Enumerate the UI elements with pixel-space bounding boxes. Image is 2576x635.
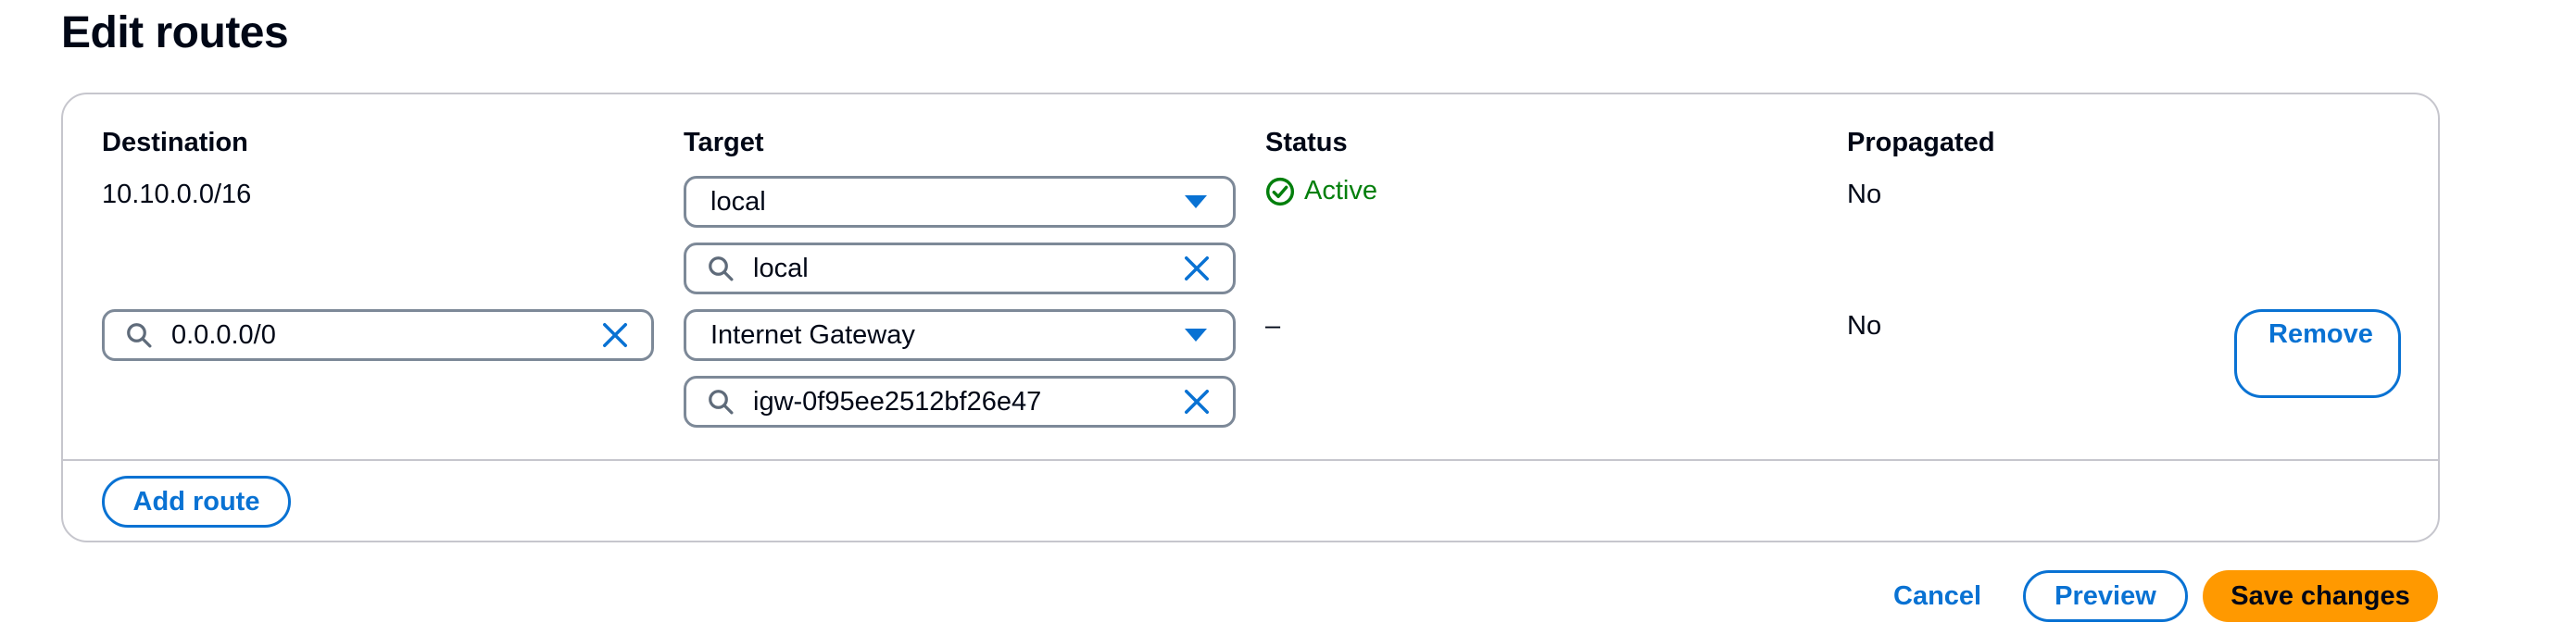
search-icon bbox=[709, 256, 734, 281]
route-1-target-select[interactable]: local bbox=[684, 176, 1236, 228]
caret-down-icon bbox=[1185, 329, 1207, 342]
check-circle-icon bbox=[1265, 177, 1295, 205]
route-1-status-text: Active bbox=[1304, 176, 1377, 205]
route-2-destination-value: 0.0.0.0/0 bbox=[171, 319, 276, 350]
clear-icon[interactable] bbox=[1183, 255, 1211, 282]
route-1-target-search-value: local bbox=[753, 253, 809, 283]
column-header-destination: Destination bbox=[102, 128, 248, 157]
route-1-propagated: No bbox=[1847, 180, 1882, 209]
route-2-target-search-value: igw-0f95ee2512bf26e47 bbox=[753, 386, 1042, 417]
page-title: Edit routes bbox=[61, 8, 289, 57]
caret-down-icon bbox=[1185, 195, 1207, 208]
route-2-propagated: No bbox=[1847, 311, 1882, 341]
preview-button[interactable]: Preview bbox=[2023, 570, 2188, 622]
column-header-status: Status bbox=[1265, 128, 1348, 157]
divider bbox=[63, 459, 2438, 461]
search-icon bbox=[127, 323, 152, 348]
save-changes-button[interactable]: Save changes bbox=[2203, 570, 2438, 622]
route-2-status: – bbox=[1265, 311, 1281, 341]
search-icon bbox=[709, 390, 734, 415]
route-1-status: Active bbox=[1265, 176, 1377, 206]
route-2-target-search[interactable]: igw-0f95ee2512bf26e47 bbox=[684, 376, 1236, 428]
routes-panel: Destination Target Status Propagated 10.… bbox=[61, 93, 2440, 542]
route-2-destination-search[interactable]: 0.0.0.0/0 bbox=[102, 309, 654, 361]
column-header-propagated: Propagated bbox=[1847, 128, 1995, 157]
add-route-button[interactable]: Add route bbox=[102, 476, 291, 528]
route-1-destination: 10.10.0.0/16 bbox=[102, 180, 252, 209]
route-1-target-selected: local bbox=[710, 186, 766, 217]
route-2-target-select[interactable]: Internet Gateway bbox=[684, 309, 1236, 361]
clear-icon[interactable] bbox=[1183, 388, 1211, 416]
remove-route-button[interactable]: Remove bbox=[2234, 309, 2401, 398]
clear-icon[interactable] bbox=[601, 321, 629, 349]
route-1-target-search[interactable]: local bbox=[684, 243, 1236, 294]
column-header-target: Target bbox=[684, 128, 764, 157]
cancel-button[interactable]: Cancel bbox=[1893, 581, 1981, 612]
route-2-target-selected: Internet Gateway bbox=[710, 319, 915, 350]
